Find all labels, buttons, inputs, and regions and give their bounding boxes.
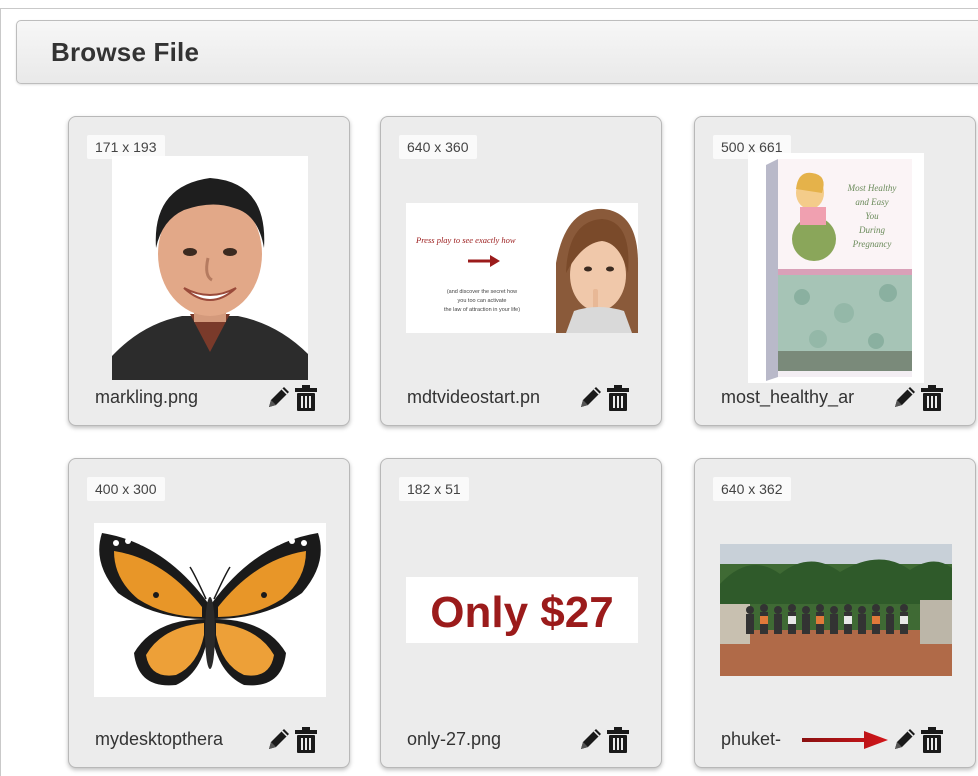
trash-icon bbox=[921, 385, 943, 411]
price-banner-icon: Only $27 bbox=[406, 577, 638, 643]
cover-line-4: During bbox=[858, 225, 886, 235]
edit-button[interactable] bbox=[891, 727, 917, 753]
edit-button[interactable] bbox=[265, 727, 291, 753]
delete-button[interactable] bbox=[607, 385, 629, 411]
banner-line-3: the law of attraction in your life) bbox=[444, 307, 520, 313]
pencil-icon bbox=[269, 387, 289, 407]
file-thumbnail[interactable]: Press play to see exactly how (and disco… bbox=[381, 153, 661, 383]
cover-line-1: Most Healthy bbox=[847, 183, 897, 193]
cover-line-3: You bbox=[865, 211, 879, 221]
file-name: markling.png bbox=[95, 387, 199, 407]
banner-headline: Press play to see exactly how bbox=[415, 235, 516, 245]
file-thumbnail[interactable]: Only $27 bbox=[381, 495, 661, 725]
file-card[interactable]: 640 x 360 Press play to see exactly how … bbox=[380, 116, 662, 426]
edit-button[interactable] bbox=[577, 727, 603, 753]
trash-icon bbox=[295, 727, 317, 753]
file-thumbnail[interactable] bbox=[69, 495, 349, 725]
annotation-arrow-icon bbox=[802, 731, 888, 749]
edit-button[interactable] bbox=[577, 385, 603, 411]
file-name: mydesktopthera bbox=[95, 729, 224, 749]
trash-icon bbox=[607, 385, 629, 411]
cover-line-2: and Easy bbox=[855, 197, 888, 207]
price-text: Only $27 bbox=[430, 588, 613, 637]
file-name: mdtvideostart.pn bbox=[407, 387, 541, 407]
banner-line-2: you too can activate bbox=[458, 298, 507, 304]
file-thumbnail[interactable] bbox=[69, 153, 349, 383]
pencil-icon bbox=[895, 729, 915, 749]
video-start-banner-icon: Press play to see exactly how (and disco… bbox=[406, 203, 638, 333]
delete-button[interactable] bbox=[921, 727, 943, 753]
file-card[interactable]: 400 x 300 mydesktopthera bbox=[68, 458, 350, 768]
trash-icon bbox=[295, 385, 317, 411]
page-title: Browse File bbox=[51, 37, 200, 67]
trash-icon bbox=[607, 727, 629, 753]
trash-icon bbox=[921, 727, 943, 753]
file-card[interactable]: 171 x 193 markling.png bbox=[68, 116, 350, 426]
edit-button[interactable] bbox=[891, 385, 917, 411]
pencil-icon bbox=[895, 387, 915, 407]
edit-button[interactable] bbox=[265, 385, 291, 411]
delete-button[interactable] bbox=[607, 727, 629, 753]
delete-button[interactable] bbox=[921, 385, 943, 411]
file-name: only-27.png bbox=[407, 729, 502, 749]
file-card[interactable]: 182 x 51 Only $27 only-27.png bbox=[380, 458, 662, 768]
pencil-icon bbox=[581, 387, 601, 407]
delete-button[interactable] bbox=[295, 727, 317, 753]
delete-button[interactable] bbox=[295, 385, 317, 411]
butterfly-image-icon bbox=[94, 523, 326, 697]
banner-line-1: (and discover the secret how bbox=[447, 289, 517, 295]
cover-line-5: Pregnancy bbox=[852, 239, 892, 249]
portrait-photo-icon bbox=[112, 156, 308, 380]
pencil-icon bbox=[581, 729, 601, 749]
browse-file-header: Browse File bbox=[16, 20, 978, 84]
pencil-icon bbox=[269, 729, 289, 749]
file-card[interactable]: 500 x 661 Most Healthy and Easy You Duri… bbox=[694, 116, 976, 426]
ebook-cover-icon: Most Healthy and Easy You During Pregnan… bbox=[748, 153, 924, 383]
file-thumbnail[interactable]: Most Healthy and Easy You During Pregnan… bbox=[695, 153, 975, 383]
file-thumbnail[interactable] bbox=[695, 495, 975, 725]
file-card[interactable]: 640 x 362 phuket- bbox=[694, 458, 976, 768]
group-photo-icon bbox=[720, 544, 952, 676]
file-name: most_healthy_ar bbox=[721, 387, 855, 407]
